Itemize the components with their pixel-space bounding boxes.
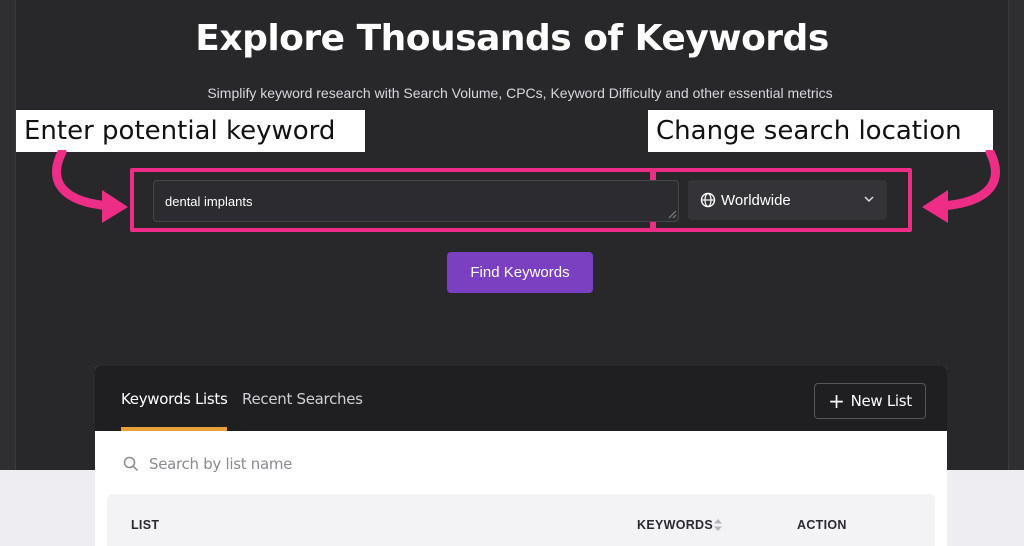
callout-change-location: Change search location: [648, 110, 993, 152]
column-header-list: LIST: [131, 518, 160, 532]
page-subtitle: Simplify keyword research with Search Vo…: [207, 85, 833, 101]
callout-arrow-right-icon: [922, 150, 1000, 223]
sort-icon[interactable]: [713, 518, 723, 532]
tab-keywords-lists[interactable]: Keywords Lists: [121, 390, 228, 408]
callout-arrow-left-icon: [52, 150, 128, 223]
list-search-placeholder: Search by list name: [149, 455, 293, 473]
location-select-label: Worldwide: [721, 191, 791, 209]
search-icon: [123, 456, 139, 472]
page-title: Explore Thousands of Keywords: [195, 18, 829, 59]
new-list-button[interactable]: + New List: [814, 383, 926, 419]
active-tab-indicator: [121, 427, 227, 431]
column-header-keywords[interactable]: KEYWORDS: [637, 518, 713, 532]
column-header-action: ACTION: [797, 518, 847, 532]
keyword-input[interactable]: [153, 180, 679, 222]
list-search[interactable]: Search by list name: [123, 454, 292, 474]
table-header: LIST KEYWORDS ACTION: [107, 494, 935, 546]
right-frame-border: [1008, 0, 1024, 546]
resize-handle-icon[interactable]: [668, 210, 677, 219]
plus-icon: +: [828, 389, 845, 413]
globe-icon: [700, 192, 716, 208]
new-list-label: New List: [850, 392, 913, 410]
keyword-lists-panel: Keywords Lists Recent Searches + New Lis…: [95, 366, 947, 546]
tab-recent-searches[interactable]: Recent Searches: [242, 390, 363, 408]
location-select[interactable]: Worldwide: [688, 180, 887, 220]
callout-enter-keyword: Enter potential keyword: [16, 110, 365, 152]
find-keywords-button[interactable]: Find Keywords: [447, 252, 593, 293]
left-frame-border: [0, 0, 16, 546]
chevron-down-icon: [864, 196, 874, 203]
panel-header: Keywords Lists Recent Searches + New Lis…: [95, 366, 947, 431]
